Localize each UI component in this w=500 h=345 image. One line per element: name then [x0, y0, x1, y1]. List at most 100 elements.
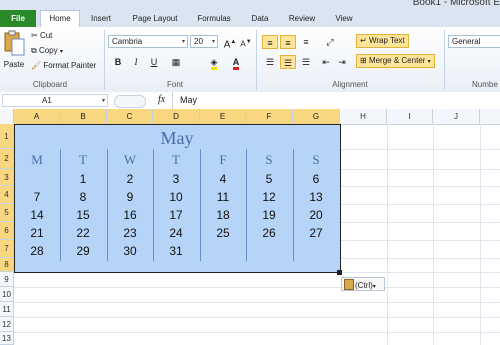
column-header[interactable]: C [107, 109, 153, 124]
formula-input[interactable]: May [180, 95, 197, 105]
align-center-icon[interactable]: ☰ [280, 55, 296, 69]
grow-font-button[interactable]: A▲ [222, 35, 238, 50]
select-all-corner[interactable] [0, 109, 14, 124]
tab-home[interactable]: Home [40, 10, 80, 28]
font-size-select[interactable]: 20 ▾ [190, 35, 218, 48]
formula-bar-divider-handle[interactable] [114, 95, 146, 108]
row-header[interactable]: 12 [0, 317, 14, 332]
italic-button[interactable]: I [128, 55, 144, 69]
column-header[interactable]: E [200, 109, 246, 124]
row-header[interactable]: 6 [0, 222, 14, 240]
name-box[interactable]: A1 ▾ [2, 94, 108, 107]
column-header[interactable]: H [340, 109, 387, 124]
fill-color-icon[interactable]: ◈ [206, 55, 222, 70]
insert-function-button[interactable]: fx [158, 94, 165, 105]
copy-button[interactable]: ⧉ Copy ▾ [31, 46, 63, 56]
gridline [340, 222, 500, 223]
decrease-indent-icon[interactable]: ⇤ [318, 55, 334, 69]
calendar-day[interactable]: 23 [107, 226, 153, 240]
calendar-day[interactable]: 16 [107, 208, 153, 222]
font-name-select[interactable]: Cambria ▾ [108, 35, 188, 48]
calendar-day[interactable]: 26 [246, 226, 292, 240]
column-header[interactable]: B [60, 109, 107, 124]
tab-view[interactable]: View [328, 11, 360, 26]
row-header[interactable]: 9 [0, 272, 14, 287]
calendar-day[interactable]: 24 [153, 226, 199, 240]
name-box-value: A1 [42, 96, 52, 105]
font-color-icon[interactable]: A [228, 55, 244, 70]
merge-center-button[interactable]: ⊞ Merge & Center ▾ [356, 54, 435, 68]
orientation-icon[interactable]: ⤢ [322, 35, 338, 49]
calendar-day[interactable]: 4 [200, 172, 246, 186]
calendar-day[interactable]: 31 [153, 244, 199, 258]
number-format-value: General [452, 37, 481, 46]
format-painter-button[interactable]: 🖌 Format Painter [31, 61, 96, 70]
fill-handle[interactable] [337, 270, 342, 275]
calendar-day[interactable]: 8 [60, 190, 106, 204]
column-header[interactable]: A [14, 109, 60, 124]
column-header[interactable]: I [387, 109, 433, 124]
tab-data[interactable]: Data [244, 11, 276, 26]
row-header[interactable]: 10 [0, 287, 14, 302]
tab-page-layout[interactable]: Page Layout [124, 11, 186, 26]
column-header[interactable]: J [433, 109, 480, 124]
shrink-font-button[interactable]: A▼ [238, 35, 254, 49]
calendar-day[interactable]: 18 [200, 208, 246, 222]
column-header[interactable]: D [153, 109, 200, 124]
row-header[interactable]: 4 [0, 186, 14, 204]
calendar-day[interactable]: 19 [246, 208, 292, 222]
cut-button[interactable]: ✂ Cut [31, 31, 52, 40]
calendar-day[interactable]: 15 [60, 208, 106, 222]
calendar-day[interactable]: 11 [200, 190, 246, 204]
row-header[interactable]: 8 [0, 258, 14, 272]
calendar-day[interactable]: 5 [246, 172, 292, 186]
calendar-day[interactable]: 28 [14, 244, 60, 258]
calendar-day[interactable]: 25 [200, 226, 246, 240]
borders-icon[interactable]: ▦ [168, 55, 184, 69]
row-header[interactable]: 2 [0, 149, 14, 169]
row-header[interactable]: 7 [0, 240, 14, 258]
number-format-select[interactable]: General [448, 35, 500, 48]
calendar-day[interactable]: 1 [60, 172, 106, 186]
tab-file[interactable]: File [0, 10, 36, 27]
calendar-day[interactable]: 29 [60, 244, 106, 258]
calendar-day[interactable]: 27 [293, 226, 339, 240]
align-right-icon[interactable]: ☰ [298, 55, 314, 69]
paste-button[interactable]: Paste [2, 29, 26, 75]
calendar-day[interactable]: 9 [107, 190, 153, 204]
align-left-icon[interactable]: ☰ [262, 55, 278, 69]
calendar-day[interactable]: 17 [153, 208, 199, 222]
calendar-day[interactable]: 22 [60, 226, 106, 240]
column-header[interactable]: F [246, 109, 293, 124]
calendar-day[interactable]: 20 [293, 208, 339, 222]
tab-review[interactable]: Review [282, 11, 322, 26]
column-header-partial[interactable] [480, 109, 500, 124]
tab-formulas[interactable]: Formulas [190, 11, 238, 26]
wrap-text-button[interactable]: ↵ Wrap Text [356, 34, 409, 48]
paste-icon [4, 30, 25, 56]
calendar-day[interactable]: 7 [14, 190, 60, 204]
paste-options-button[interactable]: (Ctrl)▾ [341, 277, 385, 291]
increase-indent-icon[interactable]: ⇥ [334, 55, 350, 69]
calendar-day[interactable]: 14 [14, 208, 60, 222]
row-header[interactable]: 5 [0, 204, 14, 222]
align-top-icon[interactable]: ≡ [262, 35, 278, 49]
calendar-day[interactable]: 13 [293, 190, 339, 204]
calendar-day[interactable]: 30 [107, 244, 153, 258]
underline-button[interactable]: U [146, 55, 162, 69]
calendar-day[interactable]: 21 [14, 226, 60, 240]
calendar-day[interactable]: 3 [153, 172, 199, 186]
column-header[interactable]: G [293, 109, 340, 124]
calendar-day[interactable]: 10 [153, 190, 199, 204]
row-header[interactable]: 11 [0, 302, 14, 317]
row-header[interactable]: 13 [0, 332, 14, 345]
align-bottom-icon[interactable]: ≡ [298, 35, 314, 49]
calendar-day[interactable]: 6 [293, 172, 339, 186]
tab-insert[interactable]: Insert [82, 11, 120, 26]
row-header[interactable]: 3 [0, 169, 14, 186]
calendar-day[interactable]: 2 [107, 172, 153, 186]
align-middle-icon[interactable]: ≡ [280, 35, 296, 49]
bold-button[interactable]: B [110, 55, 126, 69]
calendar-day[interactable]: 12 [246, 190, 292, 204]
row-header[interactable]: 1 [0, 124, 14, 149]
